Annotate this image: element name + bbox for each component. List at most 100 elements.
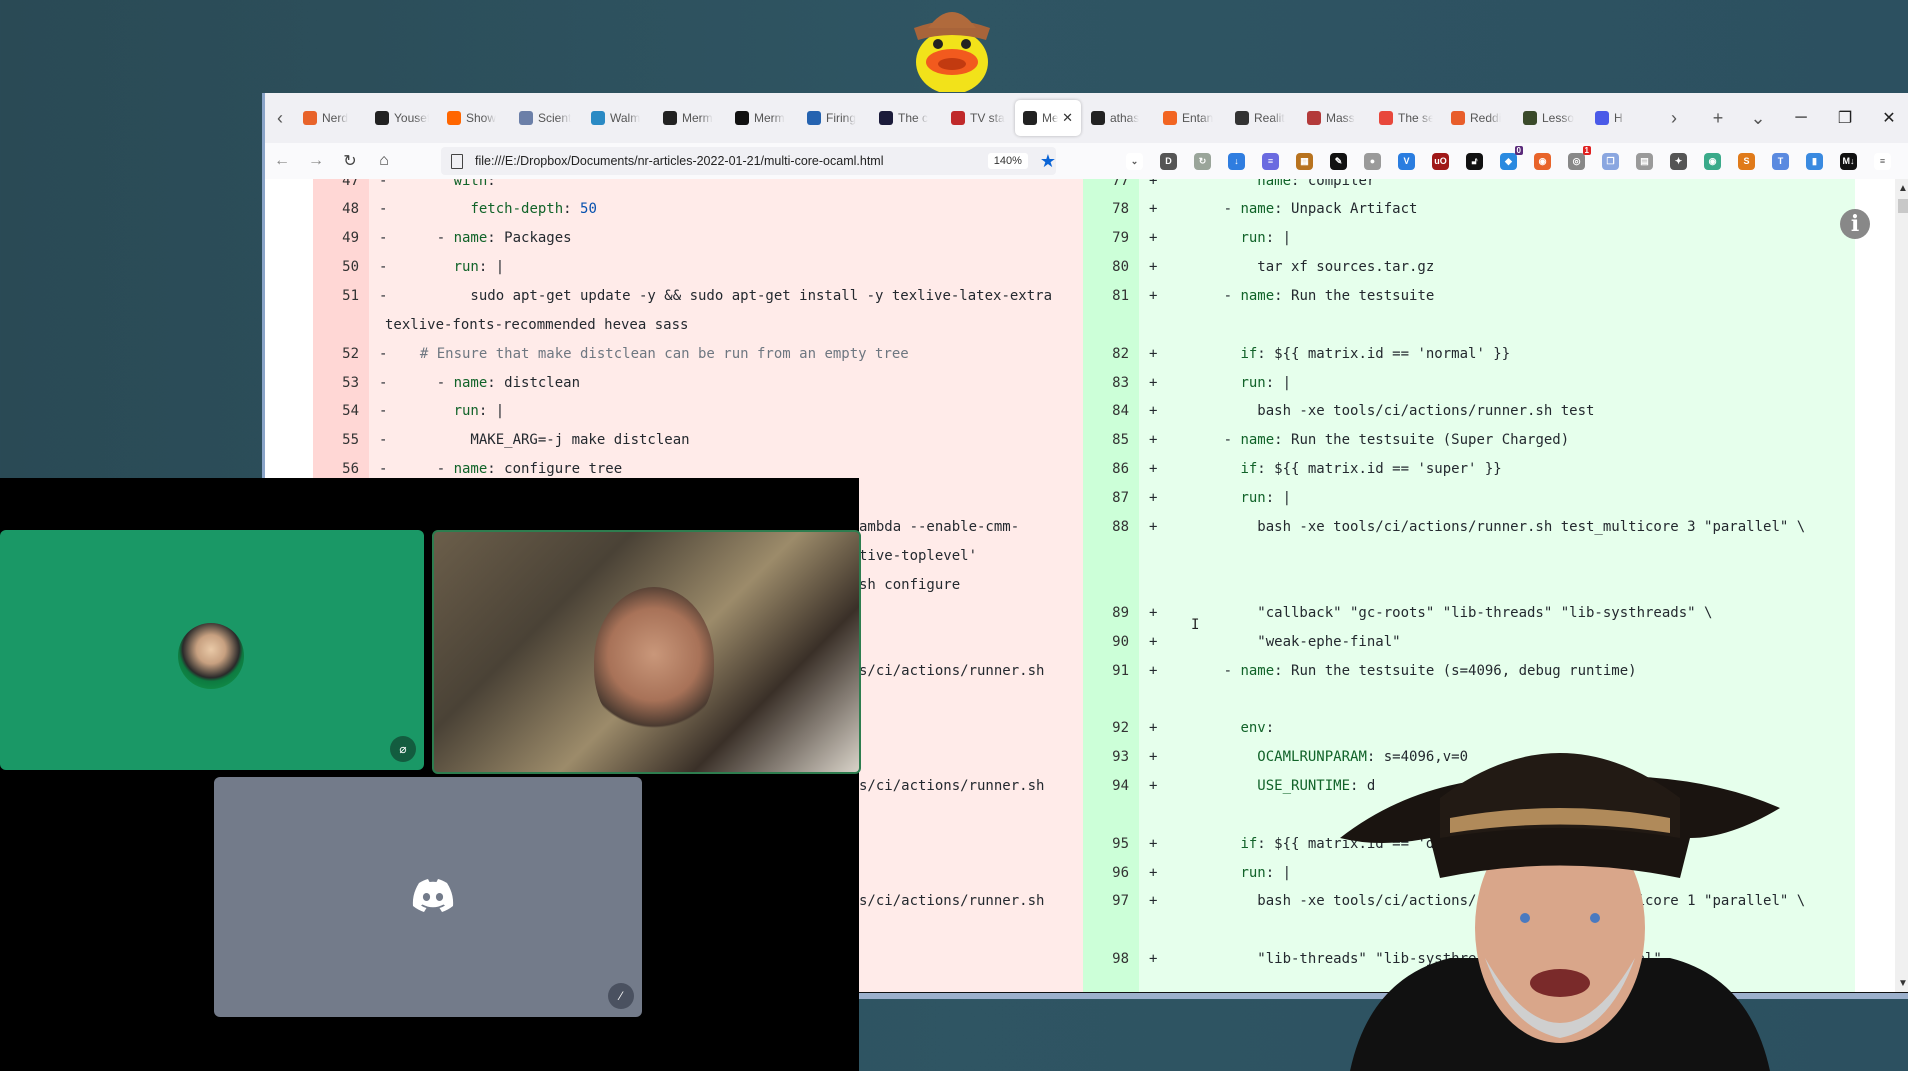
tab-scroll-right[interactable]: › [1659, 108, 1689, 129]
url-text[interactable]: file:///E:/Dropbox/Documents/nr-articles… [475, 154, 883, 168]
reload-button[interactable]: ↻ [333, 151, 367, 171]
cat-icon[interactable]: ✦ [1670, 152, 1687, 170]
tab-list-button[interactable]: ⌄ [1743, 108, 1773, 129]
tab-label: Yousef [394, 111, 429, 125]
tab-label: Me [1042, 111, 1059, 125]
code-text: if: ${{ matrix.id == 'normal' }} [1240, 346, 1511, 362]
tab-walm[interactable]: Walm [583, 100, 653, 136]
tab-yousef[interactable]: Yousef [367, 100, 437, 136]
tab-mass[interactable]: Mass [1299, 100, 1369, 136]
d-icon[interactable]: D [1160, 152, 1177, 170]
circle-icon[interactable]: ◉ [1704, 152, 1721, 170]
v-icon[interactable]: V [1398, 152, 1415, 170]
grid-icon [1595, 111, 1609, 125]
line-number: 85 [1112, 432, 1129, 448]
minimize-button[interactable]: ─ [1779, 109, 1823, 127]
diff-sign: + [1149, 893, 1158, 909]
diff-sign: + [1149, 663, 1158, 679]
code-text: bash -xe tools/ci/actions/runner.sh test [1173, 403, 1595, 419]
tab-label: Mass [1326, 111, 1355, 125]
tab-lesso[interactable]: Lesso [1515, 100, 1585, 136]
tab-merm[interactable]: Merm [655, 100, 725, 136]
s-icon [1379, 111, 1393, 125]
tab-merm[interactable]: Merm [727, 100, 797, 136]
tab-scient[interactable]: Scient [511, 100, 581, 136]
participant-discord-tile[interactable]: ⁄ [214, 777, 642, 1017]
tag-icon[interactable]: ◆ 0 [1500, 145, 1523, 170]
home-button[interactable]: ⌂ [367, 152, 401, 170]
tab-the-c[interactable]: The c [871, 100, 941, 136]
moon-icon[interactable]: ● [1364, 152, 1381, 170]
line-number: 91 [1112, 663, 1129, 679]
t-icon[interactable]: T [1772, 152, 1789, 170]
duckduckgo-icon[interactable]: ◉ [1534, 152, 1551, 170]
close-tab-icon[interactable]: ✕ [1062, 110, 1073, 126]
code-text: run: | [453, 259, 505, 275]
bookmark-star-icon[interactable]: ★ [1040, 151, 1056, 172]
code-text: texlive-fonts-recommended hevea sass [385, 317, 689, 333]
grid-app-icon[interactable]: ▦ [1296, 152, 1313, 170]
menu-icon[interactable]: ≡ [1874, 152, 1891, 170]
tab-tv-sta[interactable]: TV sta [943, 100, 1013, 136]
code-fragment: s/ci/actions/runner.sh [859, 893, 1045, 909]
diff-sign: - [379, 179, 388, 189]
nbc4-icon [807, 111, 821, 125]
tab-label: Entan [1182, 111, 1214, 125]
scroll-thumb[interactable] [1898, 199, 1908, 213]
restore-button[interactable]: ❐ [1823, 108, 1867, 128]
tab-label: Show [466, 111, 497, 125]
vertical-scrollbar[interactable]: ▲ ▼ [1895, 179, 1908, 993]
tab-label: TV sta [970, 111, 1005, 125]
lock-icon[interactable]: 🔓︎ [1466, 152, 1483, 170]
back-button[interactable]: ← [265, 152, 299, 170]
tab-label: Nerd [322, 111, 349, 125]
tab-entan[interactable]: Entan [1155, 100, 1225, 136]
window-controls: ─ ❐ ✕ [1779, 93, 1908, 143]
stack-icon[interactable]: ≡ [1262, 152, 1279, 170]
s-box-icon[interactable]: S [1738, 152, 1755, 170]
tab-firing[interactable]: Firing [799, 100, 869, 136]
tab-show[interactable]: Show [439, 100, 509, 136]
folder-sync-icon[interactable]: ↻ [1194, 152, 1211, 170]
tab-me[interactable]: Me ✕ [1015, 100, 1081, 136]
github-icon [1091, 111, 1105, 125]
info-icon[interactable]: i [1840, 209, 1870, 239]
line-number: 48 [342, 201, 359, 217]
pen-icon[interactable]: ✎ [1330, 152, 1347, 170]
extension-badge: 0 [1514, 145, 1523, 155]
scroll-down-icon[interactable]: ▼ [1898, 978, 1908, 989]
participant-avatar-tile[interactable]: ⌀ [0, 530, 424, 770]
disk-icon[interactable]: ◎ 1 [1568, 145, 1591, 170]
tab-label: Lesso [1542, 111, 1575, 125]
diff-sign: - [379, 288, 388, 304]
zip-icon[interactable]: ▮ [1806, 152, 1823, 170]
tab-h[interactable]: H [1587, 100, 1657, 136]
scroll-up-icon[interactable]: ▲ [1898, 183, 1908, 194]
file-download-icon[interactable]: ↓ [1228, 152, 1245, 170]
line-number: 88 [1112, 519, 1129, 535]
tab-label: Realit [1254, 111, 1285, 125]
tab-the-se[interactable]: The se [1371, 100, 1441, 136]
url-bar[interactable]: file:///E:/Dropbox/Documents/nr-articles… [441, 147, 1056, 175]
tab-nerd[interactable]: Nerd [295, 100, 365, 136]
extension-badge: 1 [1582, 145, 1591, 155]
tab-realit[interactable]: Realit [1227, 100, 1297, 136]
pocket-icon[interactable]: ⌄ [1126, 152, 1143, 170]
copy-icon[interactable]: ❐ [1602, 152, 1619, 170]
code-fragment: ambda --enable-cmm- [859, 519, 1020, 535]
new-tab-button[interactable]: + [1703, 108, 1733, 129]
code-text: - name: configure tree [403, 461, 623, 477]
markdown-icon[interactable]: M↓ [1840, 152, 1857, 170]
panel-icon[interactable]: ▤ [1636, 152, 1653, 170]
tab-reddi[interactable]: Reddi [1443, 100, 1513, 136]
participant-video-tile[interactable] [432, 530, 861, 774]
forward-button[interactable]: → [299, 152, 333, 170]
zoom-level-button[interactable]: 140% [987, 153, 1028, 169]
close-window-button[interactable]: ✕ [1867, 108, 1908, 128]
tab-athas[interactable]: athas [1083, 100, 1153, 136]
code-text: run: | [1240, 865, 1292, 881]
forward-arrow-icon: → [308, 152, 324, 169]
ublock-icon[interactable]: uO [1432, 152, 1449, 170]
line-number: 94 [1112, 778, 1129, 794]
tab-scroll-left[interactable]: ‹ [265, 108, 295, 129]
